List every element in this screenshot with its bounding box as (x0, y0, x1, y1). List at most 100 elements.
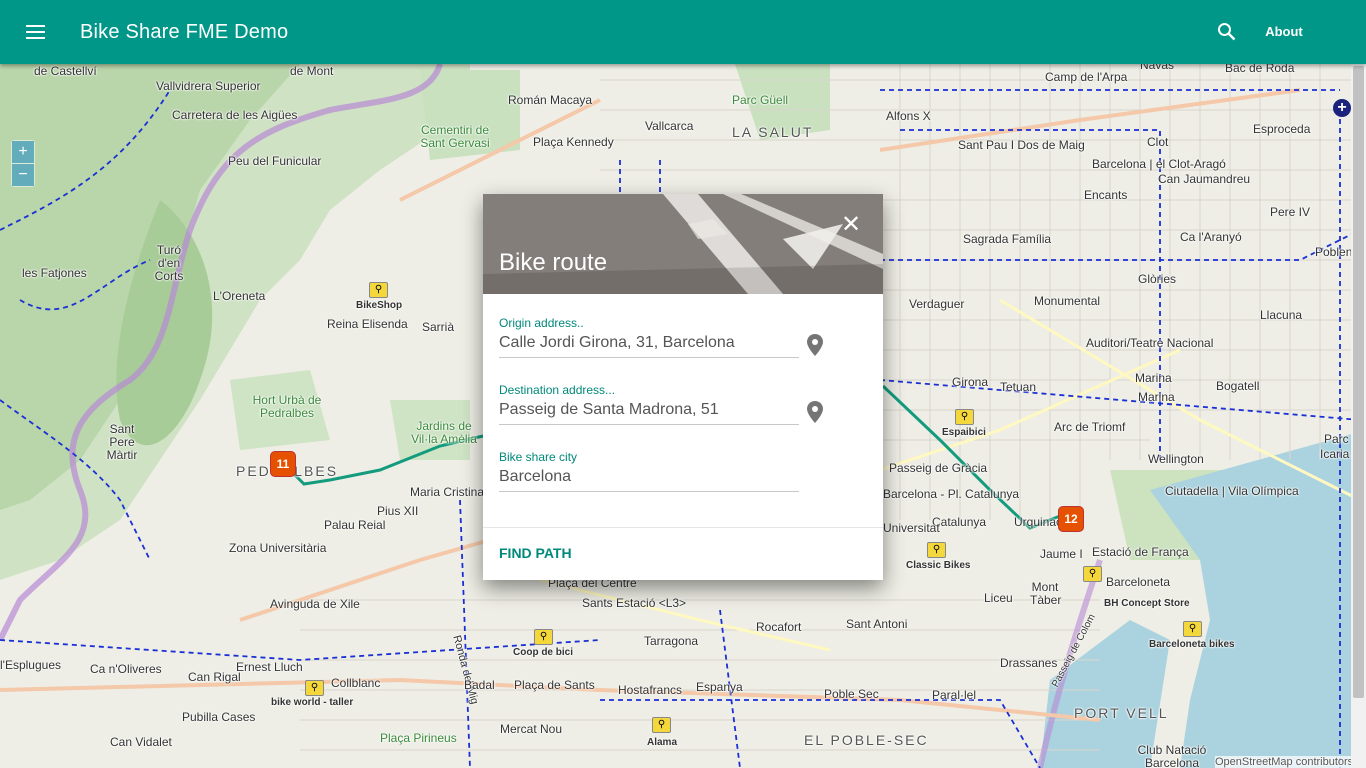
map-label: Barcelona - Pl. Catalunya (883, 487, 1020, 501)
zoom-out-button[interactable]: − (12, 164, 34, 186)
map-label: Vallcarca (645, 119, 694, 133)
map-label: Girona (952, 375, 989, 389)
map-label: de Castellví (34, 64, 97, 78)
map-label: Sant Pau I Dos de Maig (958, 138, 1085, 152)
dialog-divider (483, 527, 883, 528)
dialog-title: Bike route (499, 249, 608, 276)
map-label: Glòries (1138, 272, 1177, 286)
map-label: Mercat Nou (500, 722, 563, 736)
map-label: Vallvidrera Superior (156, 79, 261, 93)
map-label: Passeig de Gràcia (889, 461, 988, 475)
map-label: Collblanc (331, 676, 381, 690)
map-label: Turó d'en Corts (154, 243, 184, 283)
map-label: Sant Antoni (846, 617, 908, 631)
map-label: Icaria (1320, 447, 1350, 461)
search-icon[interactable] (1215, 20, 1239, 44)
map-label: Drassanes (1000, 656, 1058, 670)
map-label: EL POBLE-SEC (804, 732, 929, 748)
map-label: Plaça Kennedy (533, 135, 614, 149)
map-label: Hostafrancs (618, 683, 683, 697)
map-label: PORT VELL (1074, 705, 1169, 721)
destination-field: Destination address... (499, 383, 799, 425)
map-label: Reina Elisenda (327, 317, 408, 331)
map-label: Jaume I (1040, 547, 1083, 561)
destination-location-pin-icon[interactable] (807, 401, 823, 423)
find-path-button[interactable]: FIND PATH (491, 539, 580, 567)
bike-shop-icon[interactable]: ⚲ (1083, 566, 1102, 582)
map-label: Monumental (1034, 294, 1101, 308)
map-label: Llacuna (1260, 308, 1303, 322)
map-label: Jardins de Vil·la Amèlia (411, 419, 477, 446)
map-label: Román Macaya (508, 93, 593, 107)
map-label: Ca n'Oliveres (90, 662, 162, 676)
map-label: Maria Cristina (410, 485, 485, 499)
map-label: Rocafort (756, 620, 802, 634)
map-label: Alama (647, 737, 678, 748)
bike-shop-icon[interactable]: ⚲ (305, 680, 324, 696)
city-field: Bike share city (499, 450, 799, 492)
origin-field: Origin address.. (499, 316, 799, 358)
map-label: Peu del Funicular (228, 154, 322, 168)
map-label: Liceu (984, 591, 1013, 605)
scrollbar-thumb[interactable] (1353, 66, 1364, 698)
map-label: Hort Urbà de Pedralbes (252, 393, 322, 420)
bike-shop-icon[interactable]: ⚲ (652, 717, 671, 733)
map-label: Palau Reial (324, 518, 386, 532)
map-label: Club Natació Barcelona (1137, 743, 1207, 768)
bike-shop-icon[interactable]: ⚲ (1183, 621, 1202, 637)
map-attribution: OpenStreetMap contributors (1215, 756, 1354, 768)
map-label: Barceloneta (1106, 575, 1171, 589)
map-label: Estació de França (1092, 545, 1189, 559)
map-label: Sants Estació <L3> (582, 596, 687, 610)
scrollbar[interactable] (1351, 64, 1366, 768)
origin-input[interactable] (499, 330, 799, 358)
map-label: Ca l'Aranyó (1180, 230, 1242, 244)
map-label: Plaça de Sants (514, 678, 595, 692)
origin-location-pin-icon[interactable] (807, 334, 823, 356)
map-label: Sant Pere Màrtir (106, 422, 138, 462)
bike-shop-icon[interactable]: ⚲ (534, 629, 553, 645)
map-label: bike world - taller (271, 697, 354, 708)
city-label: Bike share city (499, 450, 578, 464)
app-bar: Bike Share FME Demo About (0, 0, 1366, 64)
map-label: Coop de bici (513, 647, 573, 658)
map-label: Mont Tàber (1030, 580, 1062, 607)
map-label: Camp de l'Arpa (1045, 70, 1128, 84)
zoom-in-button[interactable]: + (12, 141, 34, 163)
bike-shop-icon[interactable]: ⚲ (369, 282, 388, 298)
map-label: Sagrada Família (963, 232, 1052, 246)
city-input[interactable] (499, 464, 799, 492)
map-label: L'Oreneta (213, 289, 266, 303)
map-label: Can Vidalet (110, 735, 172, 749)
app-title: Bike Share FME Demo (80, 21, 289, 43)
layers-plus-icon[interactable]: + (1333, 99, 1351, 117)
map-label: Bac de Roda (1225, 64, 1295, 75)
map-label: Pere IV (1270, 205, 1311, 219)
destination-input[interactable] (499, 397, 799, 425)
map-label: Marina (1138, 390, 1175, 404)
map-label: les Fatjones (22, 266, 87, 280)
map-label: Can Jaumandreu (1158, 172, 1251, 186)
map-label: Ciutadella | Vila Olímpica (1165, 484, 1299, 498)
close-icon[interactable]: ✕ (840, 213, 862, 237)
about-link[interactable]: About (1254, 22, 1314, 42)
bike-shop-icon[interactable]: ⚲ (927, 542, 946, 558)
map-label: Barcelona | el Clot-Aragó (1092, 157, 1226, 171)
bike-shop-icon[interactable]: ⚲ (955, 409, 974, 425)
map-label: Alfons X (886, 109, 931, 123)
route-origin-station-marker[interactable]: 11 (270, 451, 296, 477)
destination-label: Destination address... (499, 383, 616, 397)
map-label: Verdaguer (909, 297, 965, 311)
map-label: Wellington (1148, 452, 1204, 466)
menu-icon[interactable] (24, 20, 48, 44)
map-label: BikeShop (356, 300, 403, 311)
map-label: Ernest Lluch (236, 660, 303, 674)
map-label: Catalunya (932, 515, 987, 529)
map-label: Carretera de les Aigües (172, 108, 298, 122)
bike-route-dialog: Bike route ✕ Origin address.. Destinatio… (483, 194, 883, 580)
map-label: Plaça Pirineus (380, 731, 457, 745)
map-label: Sarrià (422, 320, 455, 334)
route-destination-station-marker[interactable]: 12 (1058, 506, 1084, 532)
map-label: Clot (1147, 135, 1169, 149)
origin-label: Origin address.. (499, 316, 584, 330)
